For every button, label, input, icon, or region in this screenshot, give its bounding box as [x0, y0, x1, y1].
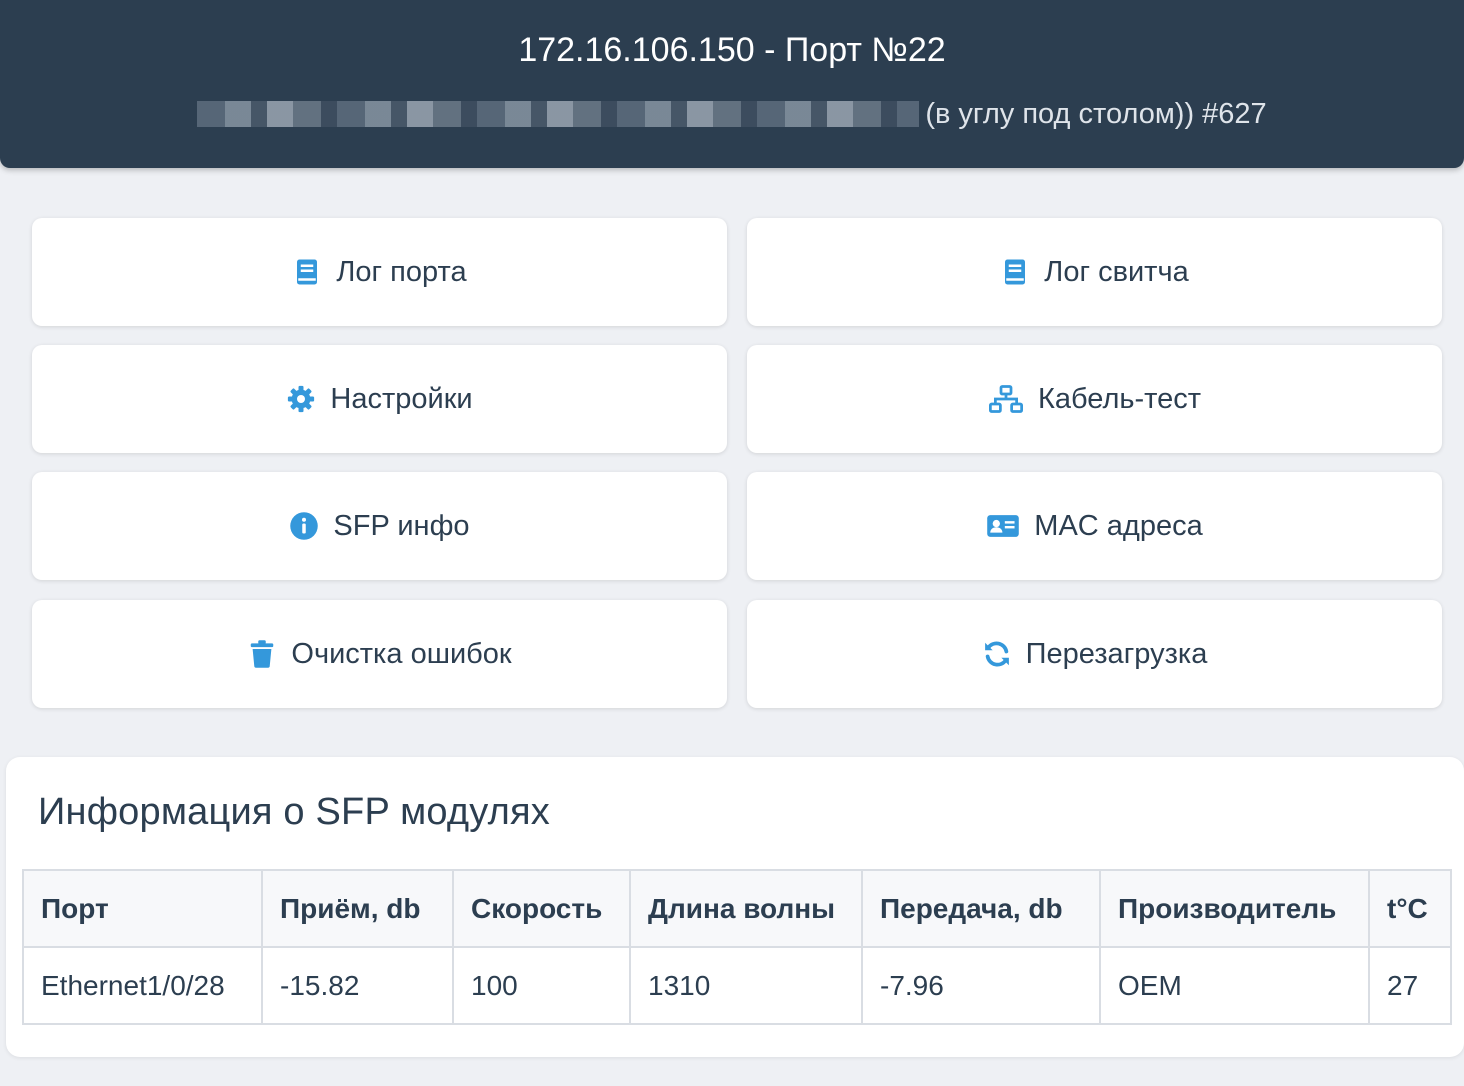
clear-errors-button[interactable]: Очистка ошибок: [32, 600, 727, 708]
id-card-icon: [986, 511, 1020, 541]
mac-addresses-button[interactable]: MAC адреса: [747, 472, 1442, 580]
column-header: Порт: [22, 869, 263, 948]
switch-log-label: Лог свитча: [1044, 255, 1189, 288]
table-cell: OEM: [1099, 946, 1370, 1025]
column-header: t°C: [1368, 869, 1452, 948]
table-cell: 27: [1368, 946, 1452, 1025]
table-header-row: Порт Приём, db Скорость Длина волны Пере…: [22, 869, 1452, 948]
sfp-heading: Информация о SFP модулях: [38, 791, 550, 833]
port-log-button[interactable]: Лог порта: [32, 218, 727, 326]
table-cell: Ethernet1/0/28: [22, 946, 263, 1025]
table-cell: 1310: [629, 946, 863, 1025]
sfp-info-label: SFP инфо: [333, 509, 470, 542]
column-header: Передача, db: [861, 869, 1101, 948]
cable-test-button[interactable]: Кабель-тест: [747, 345, 1442, 453]
reboot-button[interactable]: Перезагрузка: [747, 600, 1442, 708]
clear-errors-label: Очистка ошибок: [291, 637, 512, 670]
cable-test-label: Кабель-тест: [1037, 382, 1202, 415]
settings-label: Настройки: [330, 382, 473, 415]
redacted-text: [197, 101, 920, 127]
page-title: 172.16.106.150 - Порт №22: [518, 31, 946, 69]
sfp-info-card: Информация о SFP модулях Порт Приём, db …: [6, 757, 1464, 1057]
port-description: (в углу под столом)) #627: [0, 94, 1464, 134]
column-header: Производитель: [1099, 869, 1370, 948]
info-icon: [289, 511, 319, 541]
sfp-info-button[interactable]: SFP инфо: [32, 472, 727, 580]
column-header: Скорость: [452, 869, 631, 948]
settings-button[interactable]: Настройки: [32, 345, 727, 453]
table-cell: -7.96: [861, 946, 1101, 1025]
switch-log-button[interactable]: Лог свитча: [747, 218, 1442, 326]
mac-addresses-label: MAC адреса: [1034, 509, 1203, 542]
page-header: 172.16.106.150 - Порт №22 (в углу под ст…: [0, 0, 1464, 168]
port-description-text: (в углу под столом)) #627: [925, 98, 1267, 130]
table-cell: 100: [452, 946, 631, 1025]
port-log-label: Лог порта: [336, 255, 467, 288]
table-row: Ethernet1/0/28 -15.82 100 1310 -7.96 OEM…: [22, 946, 1452, 1025]
refresh-icon: [982, 639, 1012, 669]
reboot-label: Перезагрузка: [1025, 637, 1208, 670]
sfp-table: Порт Приём, db Скорость Длина волны Пере…: [22, 869, 1452, 1025]
book-icon: [1000, 257, 1030, 287]
gear-icon: [286, 384, 316, 414]
column-header: Приём, db: [261, 869, 454, 948]
network-icon: [988, 384, 1024, 414]
column-header: Длина волны: [629, 869, 863, 948]
table-cell: -15.82: [261, 946, 454, 1025]
trash-icon: [247, 639, 277, 669]
book-icon: [292, 257, 322, 287]
